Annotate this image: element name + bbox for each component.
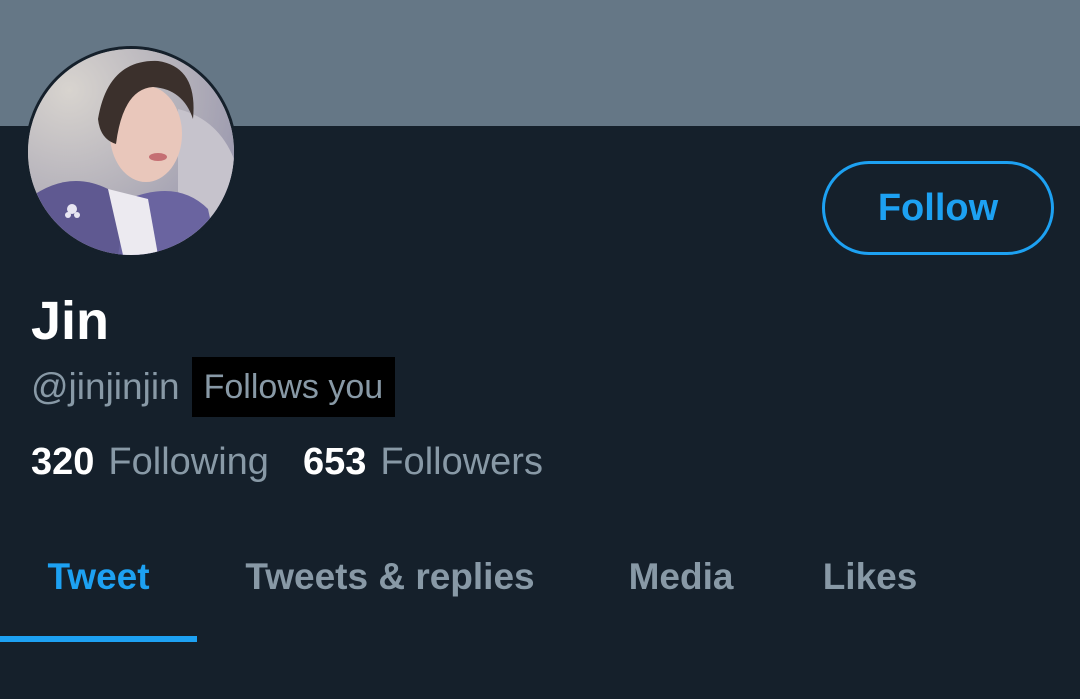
followers-link[interactable]: 653 Followers [303,436,543,488]
active-tab-indicator [0,636,197,642]
avatar[interactable] [25,46,237,258]
following-link[interactable]: 320 Following [31,436,269,488]
profile-tabs: Tweet Tweets & replies Media Likes [0,540,1080,642]
follows-you-badge: Follows you [191,357,396,417]
tab-tweet[interactable]: Tweet [0,540,197,642]
profile-handle: @jinjinjin [31,366,180,407]
follow-button[interactable]: Follow [822,161,1054,255]
tab-media[interactable]: Media [604,540,758,642]
tab-tweets-and-replies[interactable]: Tweets & replies [218,540,562,642]
following-count: 320 [31,441,95,483]
avatar-photo [28,49,234,255]
handle-row: @jinjinjin Follows you [31,357,396,417]
profile-stats: 320 Following 653 Followers [31,436,543,488]
tab-likes[interactable]: Likes [800,540,940,642]
followers-count: 653 [302,441,367,483]
profile-name: Jin [31,291,110,351]
followers-label: Followers [380,441,543,483]
following-label: Following [108,441,269,483]
